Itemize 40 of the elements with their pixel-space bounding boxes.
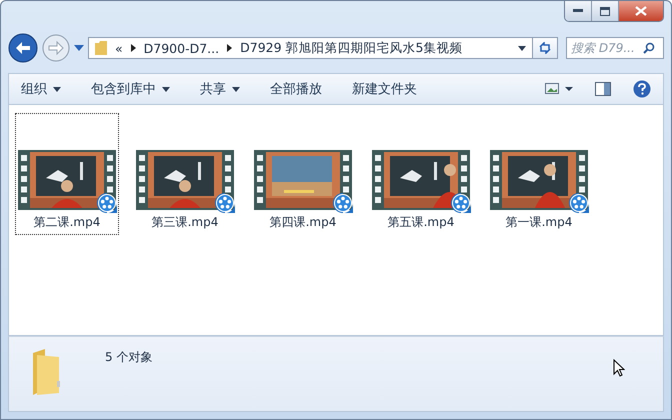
history-dropdown-icon[interactable] bbox=[74, 45, 84, 51]
address-bar[interactable]: « D7900-D7... D7929 郭旭阳第四期阳宅风水5集视频 bbox=[88, 37, 533, 59]
file-item[interactable]: 第三课.mp4 bbox=[133, 113, 237, 235]
file-item[interactable]: 第二课.mp4 bbox=[15, 113, 119, 235]
close-button[interactable] bbox=[619, 1, 663, 21]
search-icon bbox=[643, 42, 655, 54]
breadcrumb[interactable]: D7900-D7... bbox=[144, 40, 220, 56]
back-button[interactable] bbox=[8, 33, 38, 63]
minimize-icon bbox=[573, 9, 583, 13]
breadcrumb[interactable]: D7929 郭旭阳第四期阳宅风水5集视频 bbox=[240, 40, 462, 56]
toolbar-button[interactable]: 全部播放 bbox=[270, 80, 322, 98]
toolbar-button[interactable]: 共享 bbox=[200, 80, 240, 98]
breadcrumb[interactable]: « bbox=[115, 40, 123, 56]
dropdown-arrow-icon bbox=[518, 46, 526, 50]
chevron-icon bbox=[227, 44, 232, 52]
item-count: 5 个对象 bbox=[105, 349, 152, 366]
refresh-button[interactable] bbox=[532, 37, 558, 59]
preview-pane-icon[interactable] bbox=[595, 82, 611, 96]
media-badge-icon bbox=[450, 192, 472, 214]
toolbar-button[interactable]: 组织 bbox=[21, 80, 61, 98]
cursor-icon bbox=[613, 359, 625, 377]
view-options-icon[interactable] bbox=[545, 83, 573, 95]
media-badge-icon bbox=[96, 192, 118, 214]
minimize-button[interactable] bbox=[565, 1, 592, 21]
file-item[interactable]: 第一课.mp4 bbox=[487, 113, 591, 235]
file-item[interactable]: 第四课.mp4 bbox=[251, 113, 355, 235]
media-badge-icon bbox=[214, 192, 236, 214]
refresh-icon bbox=[538, 42, 552, 54]
chevron-icon bbox=[130, 44, 136, 52]
media-badge-icon bbox=[568, 192, 590, 214]
close-icon bbox=[635, 6, 647, 16]
maximize-icon bbox=[600, 6, 610, 16]
toolbar-button[interactable]: 包含到库中 bbox=[91, 80, 170, 98]
media-badge-icon bbox=[332, 192, 354, 214]
file-item[interactable]: 第五课.mp4 bbox=[369, 113, 473, 235]
help-icon[interactable] bbox=[633, 80, 651, 98]
search-field[interactable]: 搜索 D79... bbox=[566, 37, 664, 59]
folder-icon bbox=[95, 41, 107, 55]
toolbar-button[interactable]: 新建文件夹 bbox=[352, 80, 417, 98]
maximize-button[interactable] bbox=[592, 1, 619, 21]
